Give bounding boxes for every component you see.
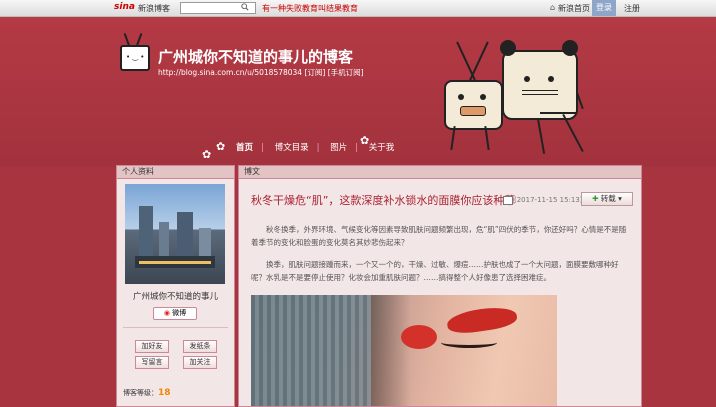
post-title[interactable]: 秋冬干燥危“肌”，这款深度补水锁水的面膜你应该种草 [251,192,515,208]
level-label: 博客等级： [123,389,158,397]
divider [123,327,228,328]
profile-name[interactable]: 广州城你不知道的事儿 [117,290,234,302]
flower-icon: ✿ [202,148,212,161]
profile-header: 个人资料 [117,166,234,179]
ad-link[interactable]: 有一种失败教育叫结果教育 [262,3,358,14]
tv-mascot-icon: • ‿ • [120,45,150,71]
repost-label: 转载 [600,194,616,203]
home-icon: ⌂ [550,3,556,12]
avatar[interactable] [125,184,225,284]
nav-pictures[interactable]: 图片 [330,143,347,153]
plus-icon: ✚ [592,194,599,203]
top-bar: sina 新浪博客 有一种失败教育叫结果教育 ⌂ 新浪首页 登录 注册 [0,0,716,17]
post-date: (2017-11-15 15:13) [514,196,583,204]
flower-icon: ✿ [216,140,226,153]
profile-sidebar: 个人资料 广州城你不知道的事儿 ◉ 微博 加好友 发纸条 写留言 加关注 博客等… [116,165,235,407]
weibo-icon: ◉ [163,309,170,317]
nav-about[interactable]: 关于我 [369,143,395,153]
search-icon[interactable] [241,3,249,11]
article-panel: 博文 秋冬干燥危“肌”，这款深度补水锁水的面膜你应该种草 (2017-11-15… [238,165,642,407]
image-icon [503,196,513,205]
leave-message-button[interactable]: 写留言 [135,356,169,369]
blog-level: 博客等级：18 [123,388,171,398]
sina-home-link[interactable]: 新浪首页 [558,3,590,14]
repost-button[interactable]: ✚ 转载 ▾ [581,192,633,206]
big-cat-illustration [500,40,578,120]
blog-url[interactable]: http://blog.sina.com.cn/u/5018578034 [订阅… [158,67,364,78]
weibo-button[interactable]: ◉ 微博 [153,307,197,320]
post-image[interactable] [251,295,557,406]
post-paragraph: 秋冬换季，外界环境、气候变化等因素导致肌肤问题频繁出现，危“肌”四伏的季节，你还… [251,225,627,247]
login-button[interactable]: 登录 [592,0,616,16]
blog-nav: 首页 | 博文目录 | 图片 | 关于我 [236,143,395,153]
sina-blog-link[interactable]: 新浪博客 [138,3,170,14]
register-link[interactable]: 注册 [624,3,640,14]
sina-logo[interactable]: sina [114,2,135,12]
weibo-label: 微博 [172,309,187,317]
post-paragraph: 换季，肌肤问题接踵而来，一个又一个的，干燥、过敏、爆痘……护肤也成了一个大问题，… [251,260,619,282]
follow-button[interactable]: 加关注 [183,356,217,369]
nav-article-list[interactable]: 博文目录 [275,143,309,153]
nav-home[interactable]: 首页 [236,143,253,153]
cat-body [540,112,576,114]
send-note-button[interactable]: 发纸条 [183,340,217,353]
small-cat-illustration [444,80,503,130]
article-header: 博文 [239,166,641,179]
add-friend-button[interactable]: 加好友 [135,340,169,353]
blog-title[interactable]: 广州城你不知道的事儿的博客 [158,46,353,67]
chevron-down-icon: ▾ [618,194,622,203]
level-value: 18 [158,388,171,398]
